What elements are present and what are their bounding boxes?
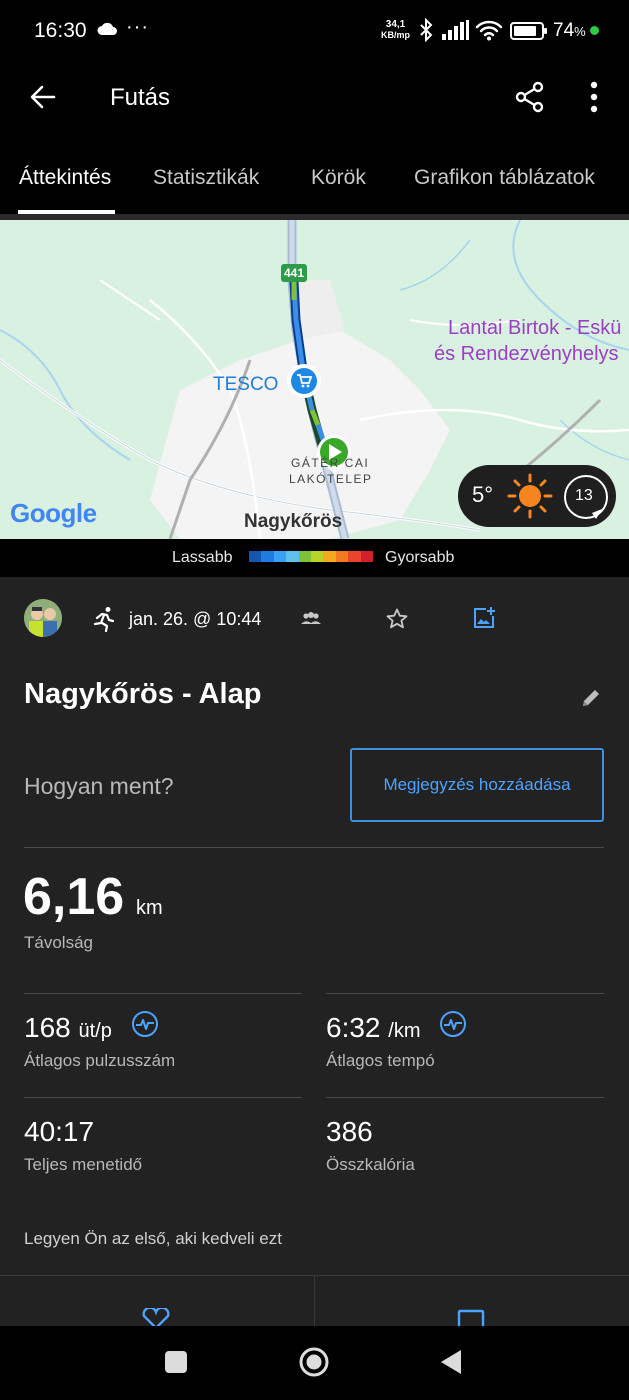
poi-estate-label-1: Lantai Birtok - Eskü (448, 317, 622, 339)
divider-row2-left (24, 1097, 302, 1098)
speed-color-segment (335, 551, 349, 562)
more-dots-icon: ··· (126, 16, 149, 38)
avg-pace-label: Átlagos tempó (326, 1051, 435, 1070)
signal-icon (442, 20, 470, 45)
cloud-icon (96, 21, 118, 42)
avg-heart-rate-unit: üt/p (78, 1020, 112, 1042)
wifi-icon (475, 19, 503, 46)
how-did-it-go-prompt: Hogyan ment? (24, 773, 174, 799)
battery-percent-value: 74 (553, 20, 575, 41)
speed-color-segment (323, 551, 336, 562)
system-nav-bar (0, 1326, 629, 1400)
running-icon (93, 606, 117, 637)
status-time: 16:30 (34, 19, 87, 42)
poi-estate-label-2: és Rendezvényhelys (434, 343, 619, 365)
tab-overview[interactable]: Áttekintés (19, 166, 111, 190)
people-icon[interactable] (300, 611, 322, 632)
divider-row1-right (326, 993, 604, 994)
nav-back-icon[interactable] (439, 1348, 463, 1381)
tab-statistics[interactable]: Statisztikák (153, 166, 259, 190)
recent-apps-icon[interactable] (165, 1351, 187, 1373)
activity-summary: jan. 26. @ 10:44 Nagykőrös - Alap Hogyan… (0, 577, 629, 1333)
total-calories-label: Összkalória (326, 1155, 415, 1174)
heart-rate-chart-icon[interactable] (131, 1010, 159, 1043)
add-photo-icon[interactable] (472, 606, 496, 635)
speed-legend: Lassabb Gyorsabb (0, 539, 629, 577)
distance-value: 6,16 (23, 868, 125, 926)
page-title: Futás (110, 84, 171, 111)
speed-color-segment (311, 551, 324, 562)
total-calories-value: 386 (326, 1116, 373, 1147)
activity-date: jan. 26. @ 10:44 (129, 609, 262, 629)
speed-color-bar (249, 551, 374, 562)
weather-widget[interactable]: 5° 13 (458, 465, 616, 527)
town-label: Nagykőrös (244, 511, 343, 532)
total-time-label: Teljes menetidő (24, 1155, 143, 1174)
district-label-1: GÁTÉR CAI (291, 456, 370, 470)
bluetooth-icon (418, 17, 434, 47)
pace-chart-icon[interactable] (439, 1010, 467, 1043)
share-icon[interactable] (513, 80, 547, 119)
total-time-value: 40:17 (24, 1116, 95, 1147)
battery-percent-symbol: % (574, 24, 586, 39)
back-arrow-icon[interactable] (28, 82, 58, 112)
status-bar: 16:30 ··· 34,1 KB/mp 74% (0, 0, 629, 62)
divider-row1-left (24, 993, 302, 994)
add-note-button[interactable]: Megjegyzés hozzáadása (350, 748, 604, 822)
google-logo: Google (10, 498, 97, 528)
tab-laps[interactable]: Körök (311, 166, 366, 190)
speed-color-segment (348, 551, 361, 562)
speed-color-segment (298, 551, 312, 562)
legend-faster-label: Gyorsabb (385, 549, 455, 566)
poi-tesco-label: TESCO (213, 374, 279, 395)
speed-color-segment (273, 551, 287, 562)
avg-pace-value: 6:32 /km (326, 1012, 421, 1044)
battery-icon (510, 22, 548, 45)
distance-unit: km (136, 897, 163, 919)
activity-title: Nagykőrös - Alap (24, 678, 262, 710)
app-bar: Futás (0, 62, 629, 150)
tab-charts[interactable]: Grafikon táblázatok (414, 166, 595, 190)
edit-pencil-icon[interactable] (580, 687, 602, 714)
legend-slower-label: Lassabb (172, 549, 233, 566)
speed-color-segment (286, 551, 299, 562)
avg-heart-rate-label: Átlagos pulzusszám (24, 1051, 176, 1070)
action-bar-vertical-divider (314, 1276, 315, 1326)
avatar[interactable] (24, 599, 62, 637)
divider-row2-right (326, 1097, 604, 1098)
road-number-label: 441 (284, 266, 305, 280)
tab-bar: Áttekintés Statisztikák Körök Grafikon t… (0, 150, 629, 214)
wind-speed: 13 (575, 487, 593, 504)
net-speed-unit: KB/mp (381, 30, 410, 40)
charging-dot (590, 26, 599, 35)
sun-icon (506, 472, 554, 525)
star-icon[interactable] (385, 607, 409, 636)
divider-top (24, 847, 604, 848)
weather-temperature: 5° (472, 482, 494, 507)
speed-color-segment (261, 551, 274, 562)
net-speed: 34,1 KB/mp (381, 19, 410, 41)
net-speed-value: 34,1 (385, 19, 406, 30)
avg-heart-rate-number: 168 (24, 1012, 71, 1043)
be-first-to-like-text: Legyen Ön az első, aki kedveli ezt (24, 1229, 282, 1248)
battery-percent: 74% (553, 20, 586, 42)
distance-label: Távolság (24, 933, 93, 952)
speed-color-segment (249, 551, 262, 562)
district-label-2: LAKÓTELEP (289, 472, 373, 486)
avg-pace-unit: /km (388, 1020, 421, 1042)
home-icon[interactable] (298, 1346, 330, 1383)
more-vert-icon[interactable] (584, 80, 604, 119)
avg-heart-rate-value: 168 üt/p (24, 1012, 112, 1044)
avg-pace-number: 6:32 (326, 1012, 381, 1043)
speed-color-segment (360, 551, 374, 562)
